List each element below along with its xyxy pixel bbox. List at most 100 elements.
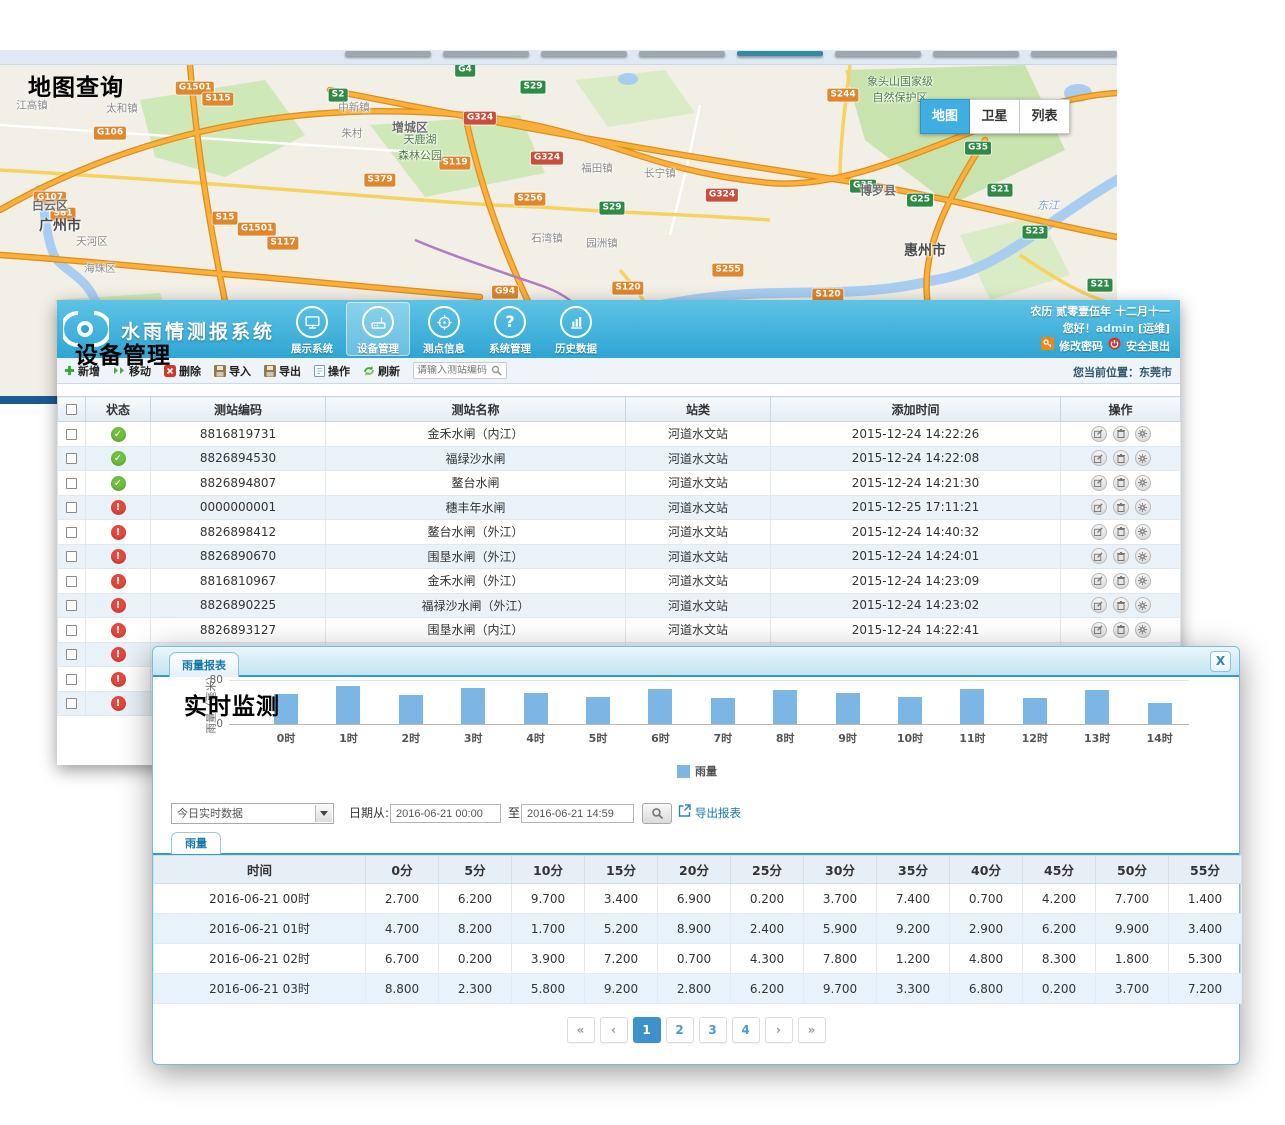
settings-button[interactable] <box>1135 524 1151 540</box>
pager-page-1[interactable]: 1 <box>633 1017 661 1043</box>
export-report-link[interactable]: 导出报表 <box>678 803 741 824</box>
taskbar-tab[interactable] <box>541 51 627 56</box>
edit-button[interactable] <box>1091 548 1107 564</box>
date-to-input[interactable] <box>521 804 634 823</box>
delete-row-button[interactable] <box>1113 573 1129 589</box>
settings-button[interactable] <box>1135 450 1151 466</box>
settings-button[interactable] <box>1135 597 1151 613</box>
pager-arrow[interactable]: » <box>798 1017 826 1043</box>
rain-value: 7.800 <box>804 944 877 974</box>
map-view-button-active[interactable]: 地图 <box>920 99 970 134</box>
edit-button[interactable] <box>1091 573 1107 589</box>
delete-row-button[interactable] <box>1113 622 1129 638</box>
toolbar-operate-button[interactable]: 操作 <box>314 363 350 379</box>
edit-button[interactable] <box>1091 499 1107 515</box>
pager-page-3[interactable]: 3 <box>699 1017 727 1043</box>
station-row: ✓8826894530福绿沙水闸河道水文站2015-12-24 14:22:08 <box>58 446 1181 471</box>
row-checkbox[interactable] <box>66 478 77 489</box>
row-checkbox[interactable] <box>66 698 77 709</box>
edit-button[interactable] <box>1091 475 1107 491</box>
road-shield: S120 <box>612 282 643 295</box>
pager-arrow[interactable]: › <box>765 1017 793 1043</box>
tab-rain[interactable]: 雨量 <box>171 832 221 854</box>
row-checkbox[interactable] <box>66 674 77 685</box>
settings-button[interactable] <box>1135 499 1151 515</box>
delete-row-button[interactable] <box>1113 548 1129 564</box>
row-checkbox[interactable] <box>66 551 77 562</box>
station-name: 福绿沙水闸 <box>326 446 626 471</box>
settings-button[interactable] <box>1135 548 1151 564</box>
row-checkbox[interactable] <box>66 502 77 513</box>
pager-page-2[interactable]: 2 <box>666 1017 694 1043</box>
edit-button[interactable] <box>1091 450 1107 466</box>
taskbar-tab[interactable] <box>933 51 1019 56</box>
map-view-button-inactive[interactable]: 卫星 <box>970 99 1020 134</box>
taskbar-tab[interactable] <box>1031 51 1117 56</box>
nav-item-target[interactable]: 测点信息 <box>412 302 476 356</box>
rain-value: 0.200 <box>1023 974 1096 1004</box>
bar-2时 <box>399 695 423 724</box>
date-from-input[interactable] <box>390 804 501 823</box>
edit-button[interactable] <box>1091 524 1107 540</box>
edit-button[interactable] <box>1091 426 1107 442</box>
taskbar-tab[interactable] <box>835 51 921 56</box>
rain-value: 1.800 <box>1096 944 1169 974</box>
nav-item-question[interactable]: ?系统管理 <box>478 302 542 356</box>
toolbar-import-button[interactable]: 导入 <box>214 363 251 379</box>
close-icon[interactable]: X <box>1210 651 1231 672</box>
taskbar-tab[interactable] <box>345 51 431 56</box>
chevron-down-icon[interactable] <box>315 805 332 822</box>
row-checkbox[interactable] <box>66 527 77 538</box>
rain-value: 4.300 <box>731 944 804 974</box>
settings-button[interactable] <box>1135 622 1151 638</box>
row-checkbox[interactable] <box>66 600 77 611</box>
rain-value: 6.800 <box>950 974 1023 1004</box>
station-search-input[interactable] <box>417 365 491 376</box>
select-all-checkbox[interactable] <box>66 404 77 415</box>
toolbar-refresh-button[interactable]: 刷新 <box>363 363 400 379</box>
row-checkbox[interactable] <box>66 429 77 440</box>
row-checkbox[interactable] <box>66 453 77 464</box>
search-button[interactable] <box>642 803 672 824</box>
map-view-button-inactive[interactable]: 列表 <box>1020 99 1070 134</box>
delete-row-button[interactable] <box>1113 450 1129 466</box>
row-checkbox[interactable] <box>66 649 77 660</box>
station-type: 河道水文站 <box>626 495 771 520</box>
nav-item-device[interactable]: 设备管理 <box>346 302 410 356</box>
toolbar-export-button[interactable]: 导出 <box>264 363 301 379</box>
edit-button[interactable] <box>1091 597 1107 613</box>
rain-value: 7.400 <box>877 884 950 914</box>
taskbar-tab[interactable] <box>443 51 529 56</box>
logout-icon <box>1108 337 1121 355</box>
user-info: 农历 贰零壹伍年 十二月十一 您好！admin [运维] 修改密码 安全退出 <box>1030 303 1170 355</box>
delete-row-button[interactable] <box>1113 524 1129 540</box>
delete-row-button[interactable] <box>1113 597 1129 613</box>
rain-value: 0.700 <box>658 944 731 974</box>
pager-arrow[interactable]: « <box>567 1017 595 1043</box>
data-range-select[interactable]: 今日实时数据 <box>171 803 334 824</box>
delete-row-button[interactable] <box>1113 426 1129 442</box>
taskbar-tab[interactable] <box>639 51 725 56</box>
nav-item-history[interactable]: 历史数据 <box>544 302 608 356</box>
x-tick-label: 2时 <box>401 730 420 746</box>
change-password-link[interactable]: 修改密码 <box>1059 338 1103 355</box>
nav-item-monitor[interactable]: 展示系统 <box>280 302 344 356</box>
added-time: 2015-12-24 14:22:26 <box>771 422 1061 447</box>
edit-button[interactable] <box>1091 622 1107 638</box>
row-checkbox[interactable] <box>66 625 77 636</box>
settings-button[interactable] <box>1135 573 1151 589</box>
row-checkbox[interactable] <box>66 576 77 587</box>
taskbar-tab[interactable] <box>737 51 823 56</box>
pager-arrow[interactable]: ‹ <box>600 1017 628 1043</box>
pager-page-4[interactable]: 4 <box>732 1017 760 1043</box>
station-type: 河道水文站 <box>626 593 771 618</box>
settings-button[interactable] <box>1135 426 1151 442</box>
settings-button[interactable] <box>1135 475 1151 491</box>
x-tick-label: 6时 <box>651 730 670 746</box>
station-name: 福禄沙水闸（外江） <box>326 593 626 618</box>
delete-row-button[interactable] <box>1113 475 1129 491</box>
bar-11时 <box>960 689 984 724</box>
logout-link[interactable]: 安全退出 <box>1126 338 1170 355</box>
search-icon[interactable] <box>491 361 502 380</box>
delete-row-button[interactable] <box>1113 499 1129 515</box>
